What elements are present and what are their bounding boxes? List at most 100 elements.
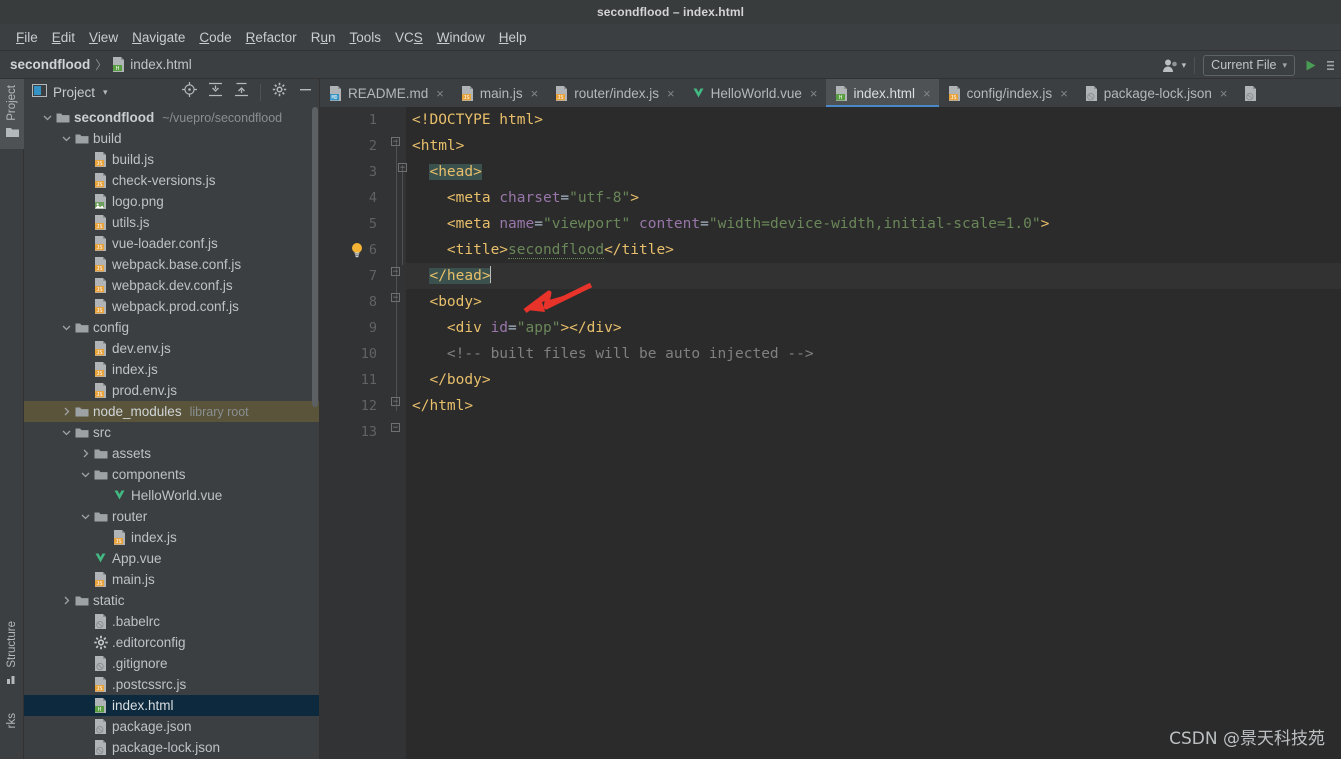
locate-icon[interactable] (182, 82, 197, 102)
editor-tab-config-index-js[interactable]: JS config/index.js × (939, 79, 1076, 107)
chevron-right-icon[interactable] (60, 595, 73, 606)
tree-node-vue-loader-conf-js[interactable]: JS vue-loader.conf.js (24, 233, 319, 254)
editor-tab-readme-md[interactable]: MD README.md × (320, 79, 452, 107)
menu-item-vcs[interactable]: VCS (388, 28, 430, 47)
tree-node-main-js[interactable]: JS main.js (24, 569, 319, 590)
chevron-down-icon[interactable] (60, 133, 73, 144)
tree-node--babelrc[interactable]: .babelrc (24, 611, 319, 632)
tool-tab-bookmarks[interactable]: rks (0, 707, 24, 734)
close-icon[interactable]: × (1220, 86, 1228, 101)
tree-node-components[interactable]: components (24, 464, 319, 485)
tree-node-index-js[interactable]: JS index.js (24, 527, 319, 548)
close-icon[interactable]: × (531, 86, 539, 101)
tree-node-utils-js[interactable]: JS utils.js (24, 212, 319, 233)
code-line-8[interactable]: <body> (406, 289, 1341, 315)
menu-item-navigate[interactable]: Navigate (125, 28, 192, 47)
collapse-all-icon[interactable] (234, 82, 249, 102)
run-icon[interactable] (1303, 58, 1318, 73)
close-icon[interactable]: × (1060, 86, 1068, 101)
tree-node--postcssrc-js[interactable]: JS .postcssrc.js (24, 674, 319, 695)
code-line-10[interactable]: <!-- built files will be auto injected -… (406, 341, 1341, 367)
chevron-down-icon[interactable] (79, 469, 92, 480)
menu-item-file[interactable]: File (9, 28, 45, 47)
user-icon[interactable]: ▾ (1162, 58, 1186, 73)
menu-item-refactor[interactable]: Refactor (239, 28, 304, 47)
tool-tab-project[interactable]: Project (0, 79, 24, 149)
code-line-1[interactable]: <!DOCTYPE html> (406, 107, 1341, 133)
tree-node-secondflood[interactable]: secondflood ~/vuepro/secondflood (24, 107, 319, 128)
code-fold-toggle[interactable]: − (391, 423, 400, 432)
editor-tab-router-index-js[interactable]: JS router/index.js × (546, 79, 682, 107)
tree-node-build[interactable]: build (24, 128, 319, 149)
code-fold-toggle[interactable]: − (391, 293, 400, 302)
editor-tab-overflow[interactable] (1235, 79, 1265, 107)
code-line-2[interactable]: <html> (406, 133, 1341, 159)
code-line-9[interactable]: <div id="app"></div> (406, 315, 1341, 341)
breadcrumb-file[interactable]: H index.html (112, 57, 192, 72)
project-file-tree[interactable]: secondflood ~/vuepro/secondflood build JS bu… (24, 105, 319, 759)
tree-node-helloworld-vue[interactable]: HelloWorld.vue (24, 485, 319, 506)
code-editor[interactable]: 1 2 3 4 5 6 7 8 9 10 11 12 13 − − − − − − <!DOCTYPE html>… (320, 107, 1341, 759)
editor-tab-index-html[interactable]: Hindex.html × (825, 79, 939, 107)
close-icon[interactable]: × (923, 86, 931, 101)
tree-node-webpack-prod-conf-js[interactable]: JS webpack.prod.conf.js (24, 296, 319, 317)
tool-tab-structure[interactable]: Structure (0, 615, 24, 696)
close-icon[interactable]: × (667, 86, 675, 101)
code-line-5[interactable]: <meta name="viewport" content="width=dev… (406, 211, 1341, 237)
tree-node-node-modules[interactable]: node_modules library root (24, 401, 319, 422)
editor-tab-helloworld-vue[interactable]: HelloWorld.vue × (683, 79, 826, 107)
menu-item-edit[interactable]: Edit (45, 28, 82, 47)
intention-bulb-icon[interactable] (350, 242, 364, 258)
close-icon[interactable]: × (810, 86, 818, 101)
tree-node-package-lock-json[interactable]: package-lock.json (24, 737, 319, 758)
code-line-11[interactable]: </body> (406, 367, 1341, 393)
tree-node-router[interactable]: router (24, 506, 319, 527)
tree-node-webpack-base-conf-js[interactable]: JS webpack.base.conf.js (24, 254, 319, 275)
project-panel-title[interactable]: Project ▾ (32, 84, 108, 100)
tree-node--editorconfig[interactable]: .editorconfig (24, 632, 319, 653)
tree-node-dev-env-js[interactable]: JS dev.env.js (24, 338, 319, 359)
tree-node-package-json[interactable]: package.json (24, 716, 319, 737)
tree-node-assets[interactable]: assets (24, 443, 319, 464)
minimize-icon[interactable] (298, 82, 313, 102)
code-line-6[interactable]: <title>secondflood</title> (406, 237, 1341, 263)
menu-item-view[interactable]: View (82, 28, 125, 47)
editor-code-lines[interactable]: <!DOCTYPE html> <html> <head> <meta chars… (406, 107, 1341, 759)
chevron-down-icon[interactable] (79, 511, 92, 522)
more-actions-icon[interactable] (1326, 58, 1337, 73)
tree-node-prod-env-js[interactable]: JS prod.env.js (24, 380, 319, 401)
run-configuration-selector[interactable]: Current File ▾ (1203, 54, 1295, 76)
settings-gear-icon[interactable] (272, 82, 287, 102)
tree-node-webpack-dev-conf-js[interactable]: JS webpack.dev.conf.js (24, 275, 319, 296)
tree-node-src[interactable]: src (24, 422, 319, 443)
menu-item-code[interactable]: Code (192, 28, 238, 47)
chevron-down-icon[interactable] (60, 322, 73, 333)
code-line-3[interactable]: <head> (406, 159, 1341, 185)
editor-tab-main-js[interactable]: JS main.js × (452, 79, 546, 107)
code-fold-toggle[interactable]: − (391, 137, 400, 146)
code-line-13[interactable] (406, 419, 1341, 445)
editor-fold-gutter[interactable]: − − − − − − (386, 107, 407, 759)
chevron-right-icon[interactable] (60, 406, 73, 417)
tree-node-config[interactable]: config (24, 317, 319, 338)
editor-tab-package-lock-json[interactable]: package-lock.json × (1076, 79, 1236, 107)
tree-node-logo-png[interactable]: logo.png (24, 191, 319, 212)
code-line-12[interactable]: </html> (406, 393, 1341, 419)
menu-item-help[interactable]: Help (492, 28, 534, 47)
editor-gutter[interactable]: 1 2 3 4 5 6 7 8 9 10 11 12 13 (320, 107, 386, 759)
tree-node-check-versions-js[interactable]: JS check-versions.js (24, 170, 319, 191)
breadcrumb-project[interactable]: secondflood (10, 57, 90, 72)
tree-node-index-html[interactable]: Hindex.html (24, 695, 319, 716)
expand-all-icon[interactable] (208, 82, 223, 102)
code-fold-toggle[interactable]: − (391, 267, 400, 276)
chevron-right-icon[interactable] (79, 448, 92, 459)
close-icon[interactable]: × (436, 86, 444, 101)
tree-node-static[interactable]: static (24, 590, 319, 611)
code-fold-toggle[interactable]: − (391, 397, 400, 406)
chevron-down-icon[interactable] (60, 427, 73, 438)
tree-node-app-vue[interactable]: App.vue (24, 548, 319, 569)
tree-node-index-js[interactable]: JS index.js (24, 359, 319, 380)
menu-item-window[interactable]: Window (430, 28, 492, 47)
project-panel-scrollbar[interactable] (312, 107, 318, 407)
chevron-down-icon[interactable] (41, 112, 54, 123)
